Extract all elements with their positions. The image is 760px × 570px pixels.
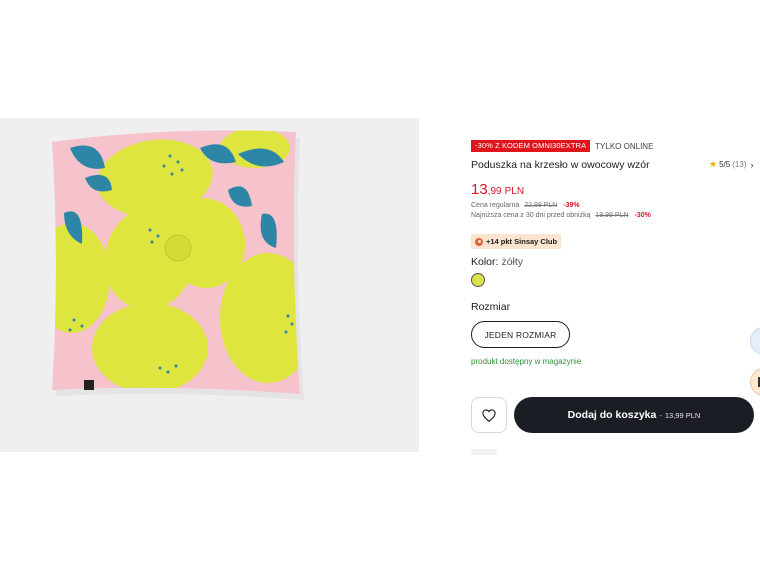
availability-text: produkt dostępny w magazynie <box>471 357 582 366</box>
current-price: 13,99 PLN <box>471 181 524 199</box>
lowest-price-value: 19,99 PLN <box>595 212 629 219</box>
color-value: żółty <box>501 256 524 268</box>
badges: -30% Z KODEM OMNI30EXTRA TYLKO ONLINE <box>471 140 653 152</box>
promo-badge: -30% Z KODEM OMNI30EXTRA <box>471 140 591 152</box>
heart-icon <box>482 408 496 422</box>
club-points-badge: +14 pkt Sinsay Club <box>471 234 562 249</box>
lowest-price-row: Najniższa cena z 30 dni przed obniżką 19… <box>471 212 651 219</box>
regular-price-label: Cena regularna <box>471 202 520 209</box>
rating-score: 5/5 <box>719 160 731 169</box>
rating[interactable]: ★ 5/5 (13) › <box>709 159 753 170</box>
chevron-right-icon: › <box>750 159 754 170</box>
add-to-cart-label: Dodaj do koszyka <box>567 409 657 421</box>
rating-count: (13) <box>732 160 747 169</box>
add-to-cart-separator: - <box>659 410 662 420</box>
chat-bubble[interactable] <box>750 327 760 355</box>
price-decimal: ,99 <box>487 186 502 197</box>
color-line: Kolor: żółty <box>471 256 523 268</box>
size-option-button[interactable]: JEDEN ROZMIAR <box>471 321 570 348</box>
lowest-price-label: Najniższa cena z 30 dni przed obniżką <box>471 212 591 219</box>
feedback-bubble[interactable] <box>750 368 760 396</box>
price-integer: 13 <box>471 181 488 198</box>
star-icon: ★ <box>709 159 718 169</box>
add-to-cart-button[interactable]: Dodaj do koszyka - 13,99 PLN <box>514 397 754 433</box>
product-title: Poduszka na krzesło w owocowy wzór <box>471 159 650 171</box>
details-tab-placeholder <box>471 449 497 455</box>
regular-price-discount: -39% <box>563 202 580 209</box>
regular-price-value: 22,99 PLN <box>524 202 558 209</box>
add-to-cart-amount: 13,99 PLN <box>664 410 701 420</box>
online-only-badge: TYLKO ONLINE <box>595 141 654 151</box>
regular-price-row: Cena regularna 22,99 PLN -39% <box>471 202 580 209</box>
wishlist-button[interactable] <box>471 397 507 433</box>
price-currency: PLN <box>504 186 525 197</box>
club-name: Sinsay Club <box>514 237 558 246</box>
club-points-icon <box>475 237 483 246</box>
color-label: Kolor: <box>471 256 499 268</box>
club-points: +14 pkt <box>486 237 513 246</box>
pillow-illustration <box>52 130 304 400</box>
size-label: Rozmiar <box>471 301 511 313</box>
color-swatch-yellow[interactable] <box>471 273 485 287</box>
product-image[interactable] <box>0 118 419 452</box>
lowest-price-discount: -30% <box>634 212 651 219</box>
